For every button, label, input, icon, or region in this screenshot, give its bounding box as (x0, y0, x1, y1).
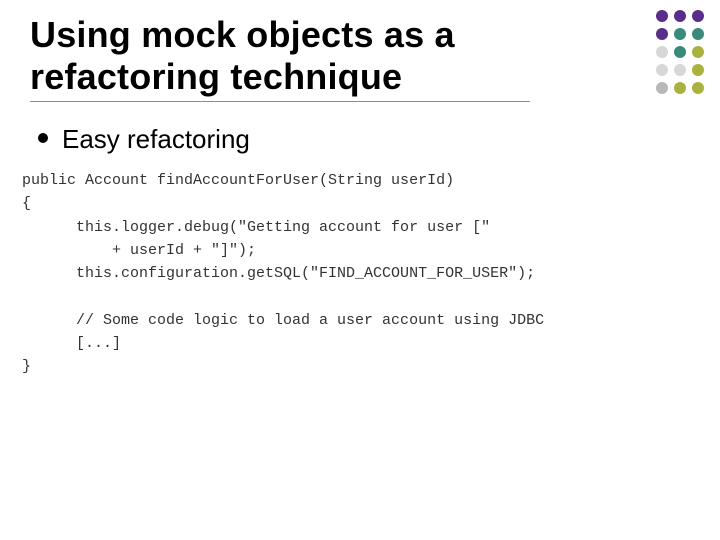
deco-dot (692, 28, 704, 40)
deco-col-1 (656, 10, 668, 94)
bullet-text: Easy refactoring (62, 124, 250, 155)
bullet-icon (38, 133, 48, 143)
title-underline: Using mock objects as a refactoring tech… (30, 14, 530, 102)
slide-title: Using mock objects as a refactoring tech… (30, 14, 530, 99)
deco-dot (656, 64, 668, 76)
deco-dot (692, 64, 704, 76)
deco-dot (692, 10, 704, 22)
title-line-1: Using mock objects as a (30, 14, 455, 55)
deco-dot (656, 28, 668, 40)
deco-dot (674, 64, 686, 76)
deco-col-2 (674, 10, 686, 94)
decorative-dot-grid (656, 10, 704, 94)
deco-dot (692, 46, 704, 58)
deco-dot (674, 46, 686, 58)
deco-dot (674, 82, 686, 94)
deco-dot (656, 82, 668, 94)
deco-dot (692, 82, 704, 94)
deco-col-3 (692, 10, 704, 94)
slide: Using mock objects as a refactoring tech… (0, 0, 720, 540)
deco-dot (674, 10, 686, 22)
deco-dot (656, 10, 668, 22)
title-line-2: refactoring technique (30, 56, 402, 97)
bullet-list: Easy refactoring (30, 124, 690, 155)
code-snippet: public Account findAccountForUser(String… (22, 169, 690, 378)
deco-dot (656, 46, 668, 58)
deco-dot (674, 28, 686, 40)
list-item: Easy refactoring (38, 124, 690, 155)
